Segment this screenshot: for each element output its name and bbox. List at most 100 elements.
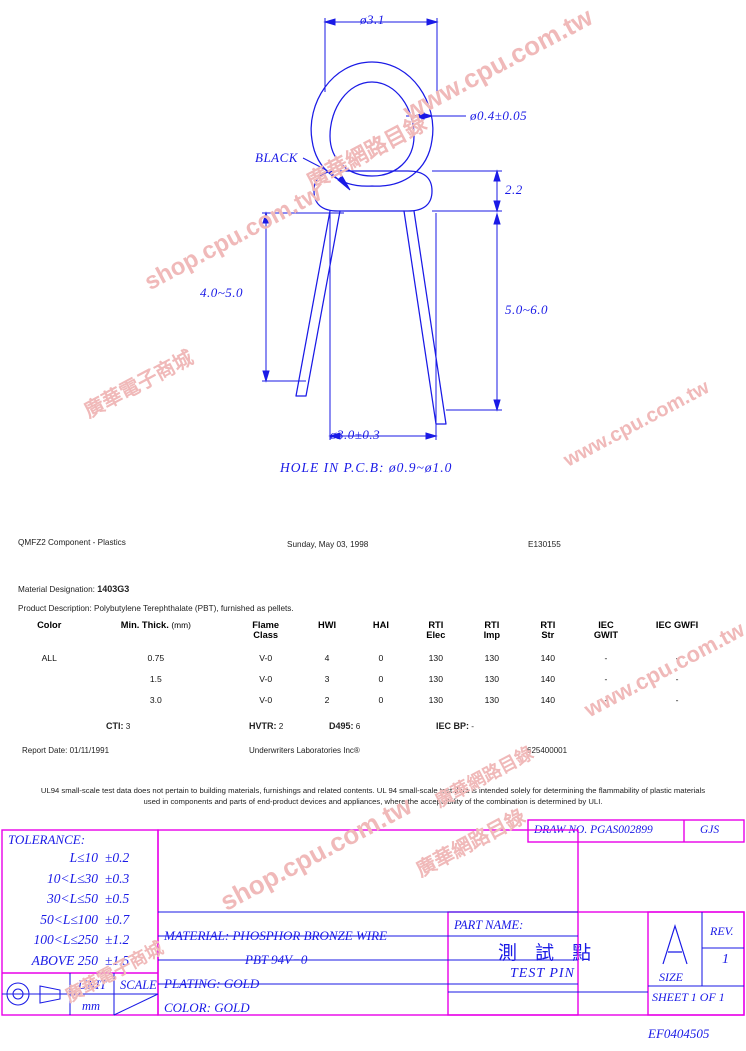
table-cell [18,668,80,689]
table-col-header: Flame Class [252,620,280,641]
table-cell: - [675,694,679,705]
table-row: 1.5 V-0 3 0 130 130 140 - - [18,668,718,689]
table-col-header: IEC GWFI [655,620,699,630]
size-rev-box [647,911,745,1016]
table-header-row: Color Min. Thick. (mm) Flame Class HWI HAI RTI… [18,620,718,647]
table-cell: 1.5 [149,673,162,684]
size-letter-glyph [662,924,688,965]
product-description-value: Polybutylene Terephthalate (PBT), furnis… [94,604,294,613]
arrow-left-bot [262,370,270,383]
drawno-box [527,819,745,843]
iec-bp-value: - [471,722,475,731]
leader-label-black: BLACK [255,150,298,165]
material-designation-value: 1403G3 [97,584,130,594]
table-cell: 130 [484,673,499,684]
d495-label: D495: [329,721,354,731]
ul-properties-table: Color Min. Thick. (mm) Flame Class HWI HAI RTI… [18,620,718,710]
table-cell: - [604,652,608,663]
table-col-header: Min. Thick. (mm) [120,620,191,630]
table-cell: 3.0 [149,694,162,705]
table-col-header: HAI [372,620,389,630]
material-designation-label: Material Designation: [18,585,95,594]
ul-disclaimer: UL94 small-scale test data does not pert… [40,786,706,806]
table-cell: V-0 [259,652,273,663]
d495-value: 6 [355,722,361,731]
table-row: 3.0 V-0 2 0 130 130 140 - - [18,689,718,710]
arrow-22-bot [493,200,501,213]
table-col-header: Color [37,620,62,630]
leg-left [295,210,341,397]
table-cell: 0 [378,673,384,684]
table-cell: V-0 [259,673,273,684]
table-cell: - [675,673,679,684]
summary-cti: CTI: 3 [106,721,130,731]
drawing-sheet: www.cpu.com.tw 廣華網路目錄 shop.cpu.com.tw 廣華電子商… [0,0,746,1051]
dim-label-top-diameter: ø3.1 [360,12,385,27]
dim-label-body-height: 2.2 [505,182,523,197]
summary-d495: D495: 6 [329,721,360,731]
table-col-header: HWI [318,620,337,630]
table-cell: V-0 [259,694,273,705]
summary-hvtr: HVTR: 2 [249,721,283,731]
arrow-top-left [323,18,336,26]
cti-label: CTI: [106,721,124,731]
leg-right [403,210,447,425]
pcb-hole-note: HOLE IN P.C.B: ø0.9~ø1.0 [280,460,453,475]
dim-label-wire-diameter: ø0.4±0.05 [470,108,528,123]
iec-bp-label: IEC BP: [436,721,470,731]
loop-inner-path [329,81,415,177]
table-cell: 140 [540,673,555,684]
scale-diagonal [113,993,159,1016]
table-cell: 130 [484,694,499,705]
arrow-right-bot [493,399,501,412]
summary-iecbp: IEC BP: - [436,721,474,731]
table-col-header: RTI Elec [426,620,446,641]
ul-datasheet: QMFZ2 Component - Plastics Sunday, May 0… [0,528,746,818]
table-cell [18,689,80,710]
ul-material-designation: Material Designation: 1403G3 [18,584,129,594]
center-box [157,829,579,1016]
dim-label-right-leg: 5.0~6.0 [505,302,549,317]
table-cell: 0 [378,652,384,663]
leader-black [302,157,331,173]
dim-label-leg-spread: ø3.0±0.3 [330,427,381,442]
table-cell: 130 [428,673,443,684]
table-cell: - [604,673,608,684]
table-cell: 4 [324,652,330,663]
table-cell: 2 [324,694,330,705]
arrow-right-top [493,212,501,225]
table-cell: 130 [428,652,443,663]
ul-product-description: Product Description: Polybutylene Tereph… [18,604,294,613]
ul-issuer: Underwriters Laboratories Inc® [249,746,360,755]
table-cell: 0 [378,694,384,705]
table-cell: 140 [540,652,555,663]
ul-category: QMFZ2 Component - Plastics [18,538,126,547]
arrow-top-right [426,18,439,26]
loop-outer-path [310,61,434,187]
hvtr-value: 2 [278,722,284,731]
table-col-header: RTI Str [540,620,556,641]
arrow-22-top [493,169,501,182]
table-cell: 3 [324,673,330,684]
dim-label-left-leg: 4.0~5.0 [200,285,244,300]
title-block-frame [1,819,745,1016]
product-description-label: Product Description: [18,604,92,613]
partname-box [447,911,745,1016]
ul-date: Sunday, May 03, 1998 [287,540,369,549]
table-cell: - [604,694,608,705]
table-cell: 130 [484,652,499,663]
tolerance-box [1,829,159,1016]
table-cell: - [675,652,679,663]
table-row: ALL 0.75 V-0 4 0 130 130 140 - - [18,647,718,668]
body-outline [313,170,433,212]
ul-report-date: Report Date: 01/11/1991 [22,746,110,755]
ul-file-number: E130155 [528,540,561,549]
table-cell: 130 [428,694,443,705]
table-cell: 140 [540,694,555,705]
arrow-bot-right [425,432,438,440]
arrow-left-top [262,211,270,224]
table-col-header: RTI Imp [483,620,501,641]
table-cell: 0.75 [147,652,165,663]
hvtr-label: HVTR: [249,721,277,731]
table-col-header: IEC GWIT [593,620,619,641]
